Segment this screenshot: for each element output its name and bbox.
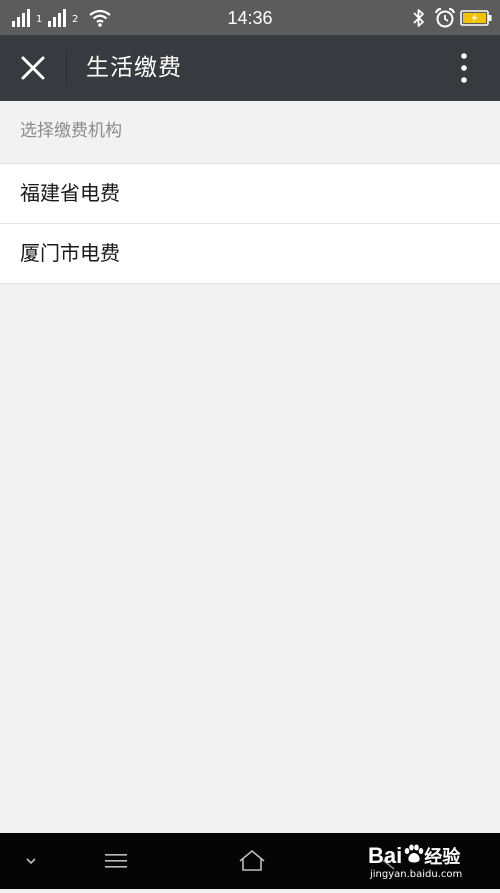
title-bar: 生活缴费: [0, 35, 500, 101]
nav-menu-button[interactable]: [96, 833, 136, 889]
section-header-label: 选择缴费机构: [20, 121, 122, 141]
status-bar: 1 2 14:36: [0, 0, 500, 35]
more-button[interactable]: [452, 51, 476, 85]
nav-home-button[interactable]: [230, 833, 274, 889]
list-item-xiamen-electricity[interactable]: 厦门市电费: [0, 223, 500, 283]
watermark-brand: Bai 经验: [368, 843, 460, 870]
paw-icon: [404, 844, 424, 863]
watermark-site: jingyan.baidu.com: [370, 869, 463, 880]
menu-icon: [105, 854, 127, 868]
close-icon: [21, 56, 45, 80]
more-vertical-icon: [461, 53, 467, 83]
section-header: 选择缴费机构: [0, 101, 500, 163]
battery-charging-icon: [460, 10, 492, 26]
list-item-label: 厦门市电费: [20, 241, 120, 265]
page-title: 生活缴费: [86, 55, 182, 81]
alarm-icon: [434, 7, 456, 28]
status-right: [412, 7, 492, 29]
watermark-brand-suffix: 经验: [424, 847, 461, 867]
baidu-jingyan-watermark: Bai 经验 jingyan.baidu.com: [368, 841, 478, 885]
home-icon: [239, 849, 265, 871]
nav-collapse-button[interactable]: [14, 833, 48, 889]
list-item-fujian-electricity[interactable]: 福建省电费: [0, 164, 500, 223]
institution-list: 福建省电费 厦门市电费: [0, 163, 500, 284]
list-item-label: 福建省电费: [20, 181, 120, 205]
chevron-down-icon: [26, 858, 36, 865]
bluetooth-icon: [413, 9, 424, 27]
close-button[interactable]: [14, 49, 52, 87]
title-divider: [66, 51, 67, 85]
nav-bar: Bai 经验 jingyan.baidu.com: [0, 833, 500, 889]
watermark-brand-latin: Bai: [368, 843, 403, 868]
